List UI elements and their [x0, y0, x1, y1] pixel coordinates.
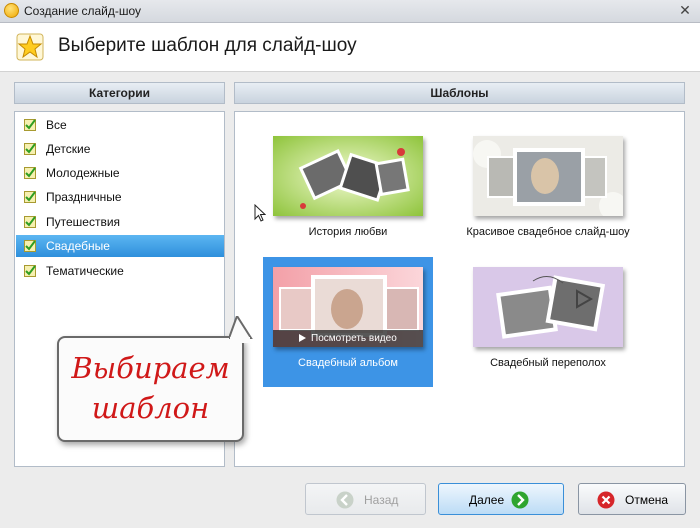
checkbox-icon: [24, 167, 36, 179]
category-label: Путешествия: [46, 215, 121, 229]
checkbox-icon: [24, 143, 36, 155]
close-icon[interactable]: ✕: [678, 3, 692, 17]
template-caption: История любви: [308, 226, 388, 238]
template-thumbnail: Посмотреть видео: [273, 267, 423, 347]
play-icon: [299, 334, 306, 342]
checkbox-icon: [24, 191, 36, 203]
template-caption: Свадебный альбом: [298, 357, 398, 369]
checkbox-icon: [24, 265, 36, 277]
template-wedding-rush[interactable]: Свадебный переполох: [463, 257, 633, 387]
next-arrow-icon: [511, 491, 529, 509]
category-item-youth[interactable]: Молодежные: [16, 162, 224, 184]
app-icon: [4, 3, 19, 18]
back-arrow-icon: [336, 491, 354, 509]
callout-bubble: Выбираем шаблон: [57, 316, 253, 442]
cancel-icon: [597, 491, 615, 509]
categories-header: Категории: [14, 82, 225, 104]
category-label: Молодежные: [46, 166, 120, 180]
wizard-header: Выберите шаблон для слайд-шоу: [0, 23, 700, 72]
category-label: Праздничные: [46, 190, 122, 204]
template-thumbnail: [273, 136, 423, 216]
category-label: Все: [46, 118, 67, 132]
category-item-travel[interactable]: Путешествия: [16, 211, 224, 233]
category-label: Детские: [46, 142, 91, 156]
template-thumbnail: [473, 136, 623, 216]
slideshow-wizard-window: Создание слайд-шоу ✕ Выберите шаблон для…: [0, 0, 700, 528]
preview-video-label: Посмотреть видео: [311, 333, 397, 344]
callout-line-2: шаблон: [91, 391, 210, 425]
template-wedding-album[interactable]: Посмотреть видео Свадебный альбом: [263, 257, 433, 387]
star-icon: [16, 33, 44, 61]
cancel-button-label: Отмена: [625, 493, 669, 507]
callout-tail: [229, 316, 253, 343]
template-caption: Красивое свадебное слайд-шоу: [466, 226, 630, 238]
category-item-holiday[interactable]: Праздничные: [16, 186, 224, 208]
mouse-cursor-icon: [254, 204, 266, 222]
templates-header: Шаблоны: [234, 82, 685, 104]
template-thumbnail: [473, 267, 623, 347]
template-beautiful-wedding[interactable]: Красивое свадебное слайд-шоу: [463, 126, 633, 256]
checkbox-icon: [24, 240, 36, 252]
callout-line-1: Выбираем: [71, 351, 230, 385]
checkbox-icon: [24, 216, 36, 228]
template-love-story[interactable]: История любви: [263, 126, 433, 256]
category-item-wedding[interactable]: Свадебные: [16, 235, 224, 257]
checkbox-icon: [24, 119, 36, 131]
title-bar: Создание слайд-шоу ✕: [0, 0, 700, 23]
category-item-thematic[interactable]: Тематические: [16, 260, 224, 282]
template-caption: Свадебный переполох: [490, 357, 606, 369]
page-title: Выберите шаблон для слайд-шоу: [58, 35, 357, 56]
cancel-button[interactable]: Отмена: [578, 483, 686, 515]
back-button[interactable]: Назад: [305, 483, 426, 515]
category-label: Тематические: [46, 264, 124, 278]
back-button-label: Назад: [364, 493, 399, 507]
next-button-label: Далее: [469, 493, 505, 507]
preview-video-bar[interactable]: Посмотреть видео: [273, 330, 423, 347]
category-item-kids[interactable]: Детские: [16, 138, 224, 160]
window-title: Создание слайд-шоу: [24, 4, 141, 18]
category-item-all[interactable]: Все: [16, 114, 224, 136]
category-label: Свадебные: [46, 239, 110, 253]
next-button[interactable]: Далее: [438, 483, 564, 515]
